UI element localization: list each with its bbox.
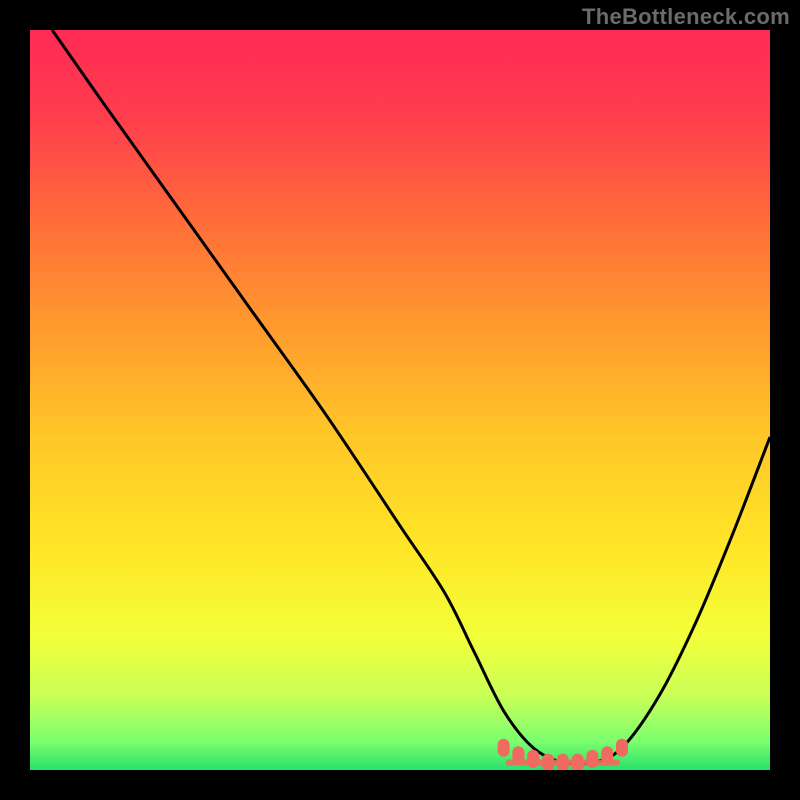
optimal-marker (557, 754, 569, 770)
optimal-marker (601, 746, 613, 764)
bottleneck-chart (30, 30, 770, 770)
optimal-marker (616, 739, 628, 757)
optimal-marker (586, 750, 598, 768)
optimal-marker (542, 754, 554, 770)
heatmap-background (30, 30, 770, 770)
plot-inner (30, 30, 770, 770)
optimal-marker (572, 754, 584, 770)
app-frame: TheBottleneck.com (0, 0, 800, 800)
watermark-text: TheBottleneck.com (582, 4, 790, 30)
optimal-marker (498, 739, 510, 757)
optimal-marker (512, 746, 524, 764)
optimal-marker (527, 750, 539, 768)
plot-area (30, 30, 770, 770)
